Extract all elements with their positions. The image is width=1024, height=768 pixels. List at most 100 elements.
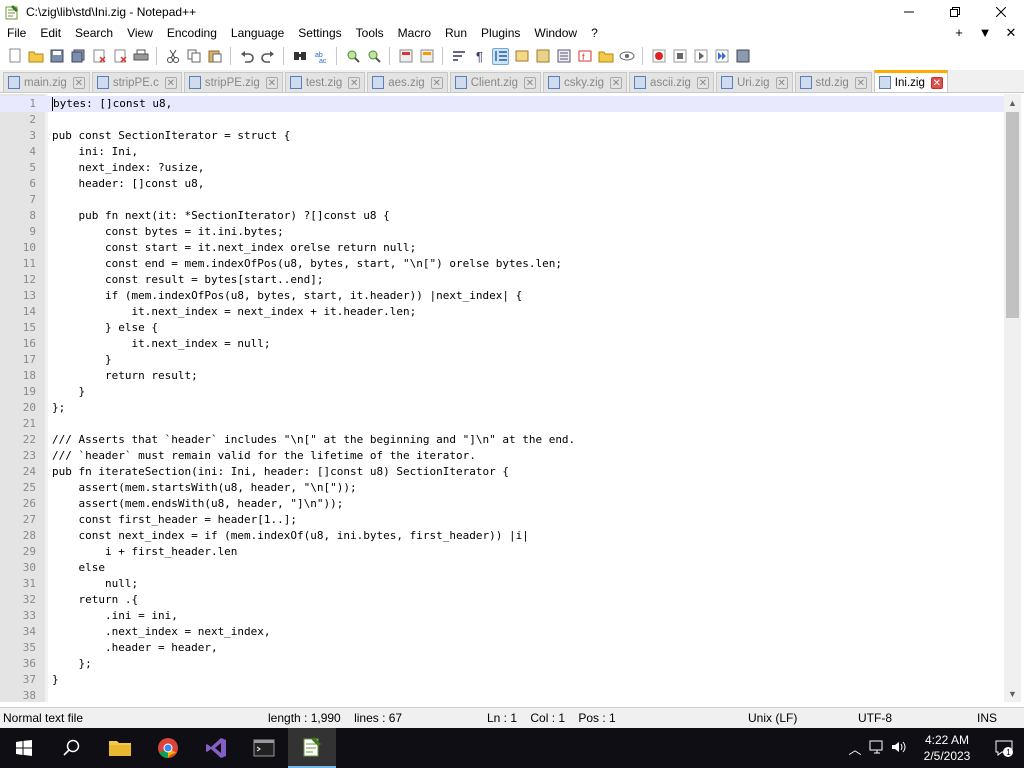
monitoring-eye-icon[interactable]: [618, 48, 635, 65]
notepadpp-taskbar-icon[interactable]: [288, 728, 336, 768]
line-text[interactable]: } else {: [52, 320, 158, 336]
code-line[interactable]: 25 assert(mem.startsWith(u8, header, "\n…: [0, 480, 1004, 496]
show-all-characters-icon[interactable]: ¶: [471, 48, 488, 65]
code-line[interactable]: 22 /// Asserts that `header` includes "\n…: [0, 432, 1004, 448]
code-line[interactable]: 1 bytes: []const u8,: [0, 96, 1004, 112]
close-file-icon[interactable]: [90, 48, 107, 65]
code-line[interactable]: 27 const first_header = header[1..];: [0, 512, 1004, 528]
code-line[interactable]: 29 i + first_header.len: [0, 544, 1004, 560]
code-line[interactable]: 7: [0, 192, 1004, 208]
tab-list-dropdown-button[interactable]: ▼: [972, 25, 998, 41]
tab-strippe-zig[interactable]: stripPE.zig ✕: [183, 72, 283, 92]
line-text[interactable]: if (mem.indexOfPos(u8, bytes, start, it.…: [52, 288, 522, 304]
terminal-icon[interactable]: [240, 728, 288, 768]
close-tab-icon[interactable]: ✕: [164, 76, 177, 89]
play-macro-icon[interactable]: [692, 48, 709, 65]
code-line[interactable]: 23 /// `header` must remain valid for the…: [0, 448, 1004, 464]
line-text[interactable]: const result = bytes[start..end];: [52, 272, 324, 288]
code-line[interactable]: 9 const bytes = it.ini.bytes;: [0, 224, 1004, 240]
menu-edit[interactable]: Edit: [33, 23, 68, 43]
tab-csky-zig[interactable]: csky.zig ✕: [543, 72, 628, 92]
folder-as-workspace-icon[interactable]: f: [576, 48, 593, 65]
cut-icon[interactable]: [164, 48, 181, 65]
minimize-button[interactable]: [886, 0, 932, 23]
code-line[interactable]: 12 const result = bytes[start..end];: [0, 272, 1004, 288]
close-window-button[interactable]: [978, 0, 1024, 23]
menu-language[interactable]: Language: [224, 23, 291, 43]
search-icon[interactable]: [48, 728, 96, 768]
line-text[interactable]: null;: [52, 576, 138, 592]
file-explorer-icon[interactable]: [96, 728, 144, 768]
language-define-icon[interactable]: [513, 48, 530, 65]
code-line[interactable]: 18 return result;: [0, 368, 1004, 384]
code-line[interactable]: 38: [0, 688, 1004, 702]
line-text[interactable]: const bytes = it.ini.bytes;: [52, 224, 284, 240]
close-tab-icon[interactable]: ✕: [696, 76, 709, 89]
line-text[interactable]: const first_header = header[1..];: [52, 512, 297, 528]
close-tab-icon[interactable]: ✕: [524, 76, 536, 89]
tab-ini-zig[interactable]: Ini.zig ✕: [873, 70, 948, 92]
status-eol-format[interactable]: Unix (LF): [748, 711, 797, 725]
menu-settings[interactable]: Settings: [291, 23, 348, 43]
code-line[interactable]: 14 it.next_index = next_index + it.heade…: [0, 304, 1004, 320]
replace-icon[interactable]: ab ac: [312, 48, 329, 65]
scroll-up-arrow-icon[interactable]: ▲: [1004, 94, 1021, 111]
new-tab-plus-button[interactable]: +: [946, 25, 972, 41]
line-text[interactable]: };: [52, 656, 91, 672]
word-wrap-icon[interactable]: [450, 48, 467, 65]
code-line[interactable]: 35 .header = header,: [0, 640, 1004, 656]
sync-vertical-icon[interactable]: [397, 48, 414, 65]
line-text[interactable]: it.next_index = next_index + it.header.l…: [52, 304, 416, 320]
menu-help[interactable]: ?: [584, 23, 605, 43]
close-document-button[interactable]: ✕: [998, 25, 1024, 41]
line-text[interactable]: const next_index = if (mem.indexOf(u8, i…: [52, 528, 528, 544]
close-tab-icon[interactable]: ✕: [265, 76, 278, 89]
menu-window[interactable]: Window: [527, 23, 584, 43]
line-text[interactable]: assert(mem.startsWith(u8, header, "\n[")…: [52, 480, 356, 496]
code-line[interactable]: 16 it.next_index = null;: [0, 336, 1004, 352]
code-line[interactable]: 17 }: [0, 352, 1004, 368]
line-text[interactable]: else: [52, 560, 105, 576]
code-line[interactable]: 10 const start = it.next_index orelse re…: [0, 240, 1004, 256]
line-text[interactable]: };: [52, 400, 65, 416]
tab-aes-zig[interactable]: aes.zig ✕: [367, 72, 448, 92]
close-tab-icon[interactable]: ✕: [348, 76, 361, 89]
status-encoding[interactable]: UTF-8: [858, 711, 892, 725]
code-line[interactable]: 2: [0, 112, 1004, 128]
code-line[interactable]: 33 .ini = ini,: [0, 608, 1004, 624]
find-icon[interactable]: [291, 48, 308, 65]
menu-search[interactable]: Search: [68, 23, 120, 43]
line-text[interactable]: pub const SectionIterator = struct {: [52, 128, 290, 144]
line-text[interactable]: pub fn next(it: *SectionIterator) ?[]con…: [52, 208, 389, 224]
tab-strippe-c[interactable]: stripPE.c ✕: [91, 72, 182, 92]
line-text[interactable]: .next_index = next_index,: [52, 624, 271, 640]
close-tab-icon[interactable]: ✕: [854, 76, 867, 89]
line-text[interactable]: next_index: ?usize,: [52, 160, 204, 176]
line-text[interactable]: assert(mem.endsWith(u8, header, "]\n"));: [52, 496, 343, 512]
chrome-icon[interactable]: [144, 728, 192, 768]
code-line[interactable]: 37}: [0, 672, 1004, 688]
close-tab-icon[interactable]: ✕: [430, 76, 443, 89]
volume-icon[interactable]: [888, 740, 910, 757]
line-text[interactable]: bytes: []const u8,: [52, 96, 172, 112]
code-line[interactable]: 28 const next_index = if (mem.indexOf(u8…: [0, 528, 1004, 544]
code-line[interactable]: 15 } else {: [0, 320, 1004, 336]
line-text[interactable]: }: [52, 384, 85, 400]
function-list-icon[interactable]: [555, 48, 572, 65]
code-line[interactable]: 5 next_index: ?usize,: [0, 160, 1004, 176]
run-macro-multiple-icon[interactable]: [713, 48, 730, 65]
taskbar-clock[interactable]: 4:22 AM 2/5/2023: [910, 732, 984, 764]
line-text[interactable]: .header = header,: [52, 640, 218, 656]
scrollbar-thumb[interactable]: [1006, 112, 1019, 318]
show-hidden-icons-chevron-icon[interactable]: ︿: [844, 739, 866, 758]
print-icon[interactable]: [132, 48, 149, 65]
code-line[interactable]: 36 };: [0, 656, 1004, 672]
stop-macro-icon[interactable]: [671, 48, 688, 65]
scroll-down-arrow-icon[interactable]: ▼: [1004, 685, 1021, 702]
code-line[interactable]: 30 else: [0, 560, 1004, 576]
tab-client-zig[interactable]: Client.zig ✕: [449, 72, 541, 92]
menu-view[interactable]: View: [120, 23, 160, 43]
tab-main-zig[interactable]: main.zig ✕: [3, 72, 90, 92]
code-line[interactable]: 3 pub const SectionIterator = struct {: [0, 128, 1004, 144]
menu-macro[interactable]: Macro: [391, 23, 438, 43]
